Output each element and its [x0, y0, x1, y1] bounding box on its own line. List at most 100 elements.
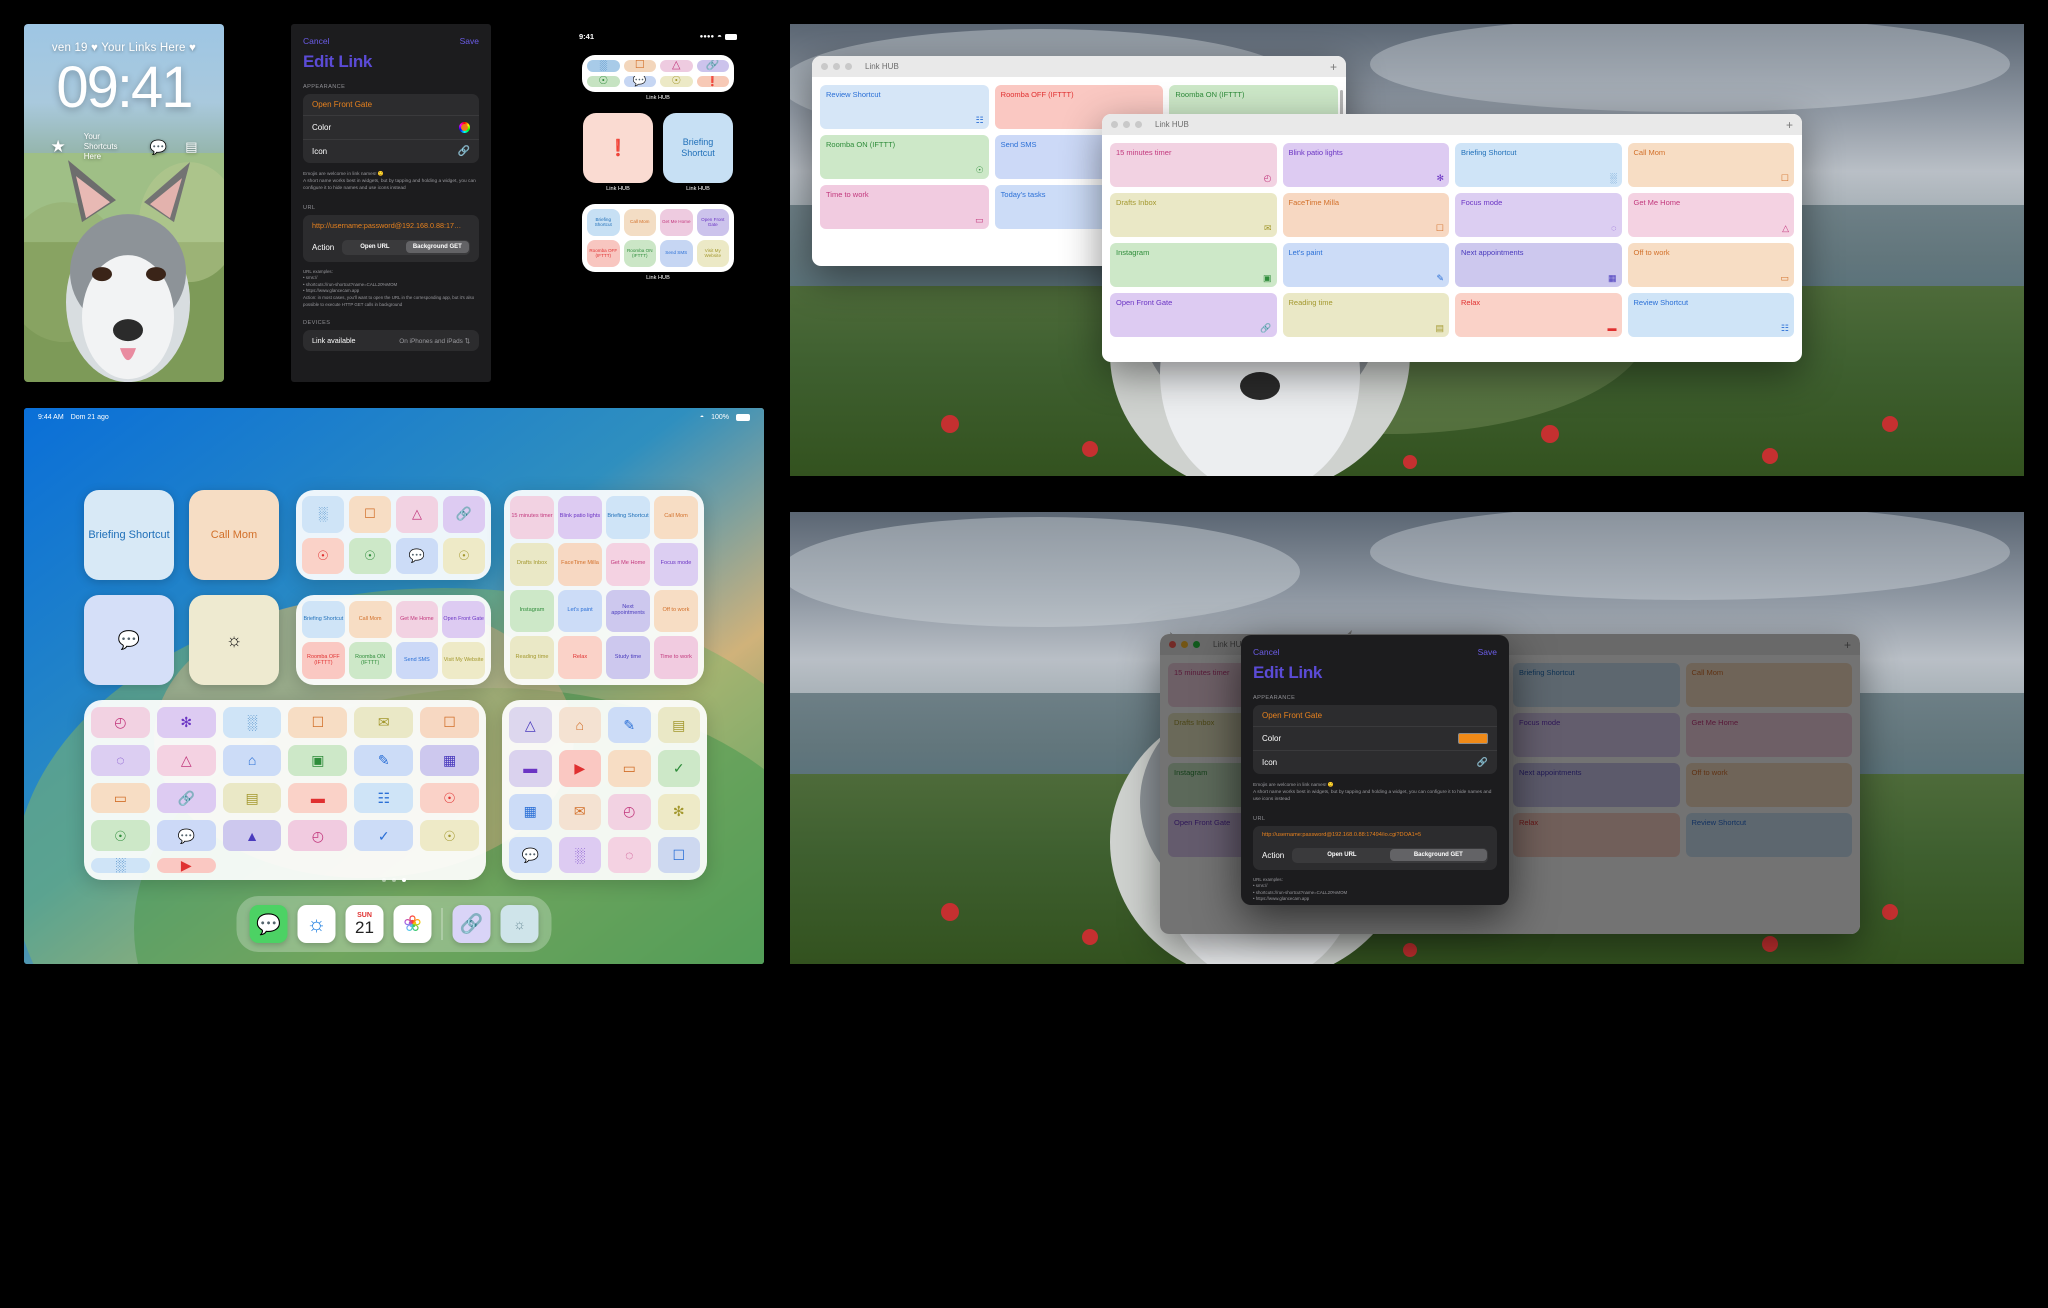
action-open-url-option[interactable]: Open URL	[1294, 849, 1390, 861]
message-icon[interactable]: 💬	[509, 836, 552, 873]
link-tile[interactable]: Next appointments ▦	[1455, 243, 1622, 287]
link-tile[interactable]: Roomba ON (IFTTT) ☉	[820, 135, 989, 179]
tile-label[interactable]: Call Mom	[623, 209, 656, 237]
compass-icon[interactable]: ☉	[91, 820, 150, 852]
tile-label[interactable]: Visit My Website	[696, 240, 729, 268]
tile-label[interactable]: Roomba ON (IFTTT)	[623, 240, 656, 268]
briefcase-icon[interactable]: ▭	[608, 750, 651, 787]
iphone-text-widget[interactable]: Briefing Shortcut Call Mom Get Me Home Open…	[582, 204, 734, 273]
color-row[interactable]: Color	[1253, 727, 1497, 751]
close-button[interactable]	[1111, 121, 1118, 128]
book-icon[interactable]: ▤	[222, 782, 282, 814]
ipad-icon-grid-widget[interactable]: ░ ☐ △ 🔗 ☉ ☉ 💬 ☉	[296, 490, 491, 580]
page-dot[interactable]	[382, 878, 386, 882]
ipad-widget-call-mom[interactable]: Call Mom	[189, 490, 279, 580]
tile-label[interactable]: Drafts Inbox	[510, 542, 554, 586]
link-tile[interactable]: Off to work ▭	[1627, 243, 1794, 287]
tile-label[interactable]: Roomba ON (IFTTT)	[348, 642, 392, 679]
timer-icon[interactable]: ◴	[608, 793, 651, 830]
timer-icon[interactable]: ◴	[91, 707, 150, 738]
compass-icon[interactable]: ☉	[443, 537, 485, 574]
tile-label[interactable]: FaceTime Milla	[558, 542, 602, 586]
maximize-button[interactable]	[845, 63, 852, 70]
add-link-button[interactable]: +	[1330, 61, 1337, 73]
inbox-icon[interactable]: ✉	[354, 707, 414, 738]
map-icon[interactable]: △	[509, 707, 552, 744]
timer-icon[interactable]: ◴	[288, 820, 348, 852]
icon-row[interactable]: Icon 🔗	[1253, 751, 1497, 774]
link-tile[interactable]: 15 minutes timer ◴	[1110, 143, 1277, 187]
link-tile[interactable]: Get Me Home △	[1627, 193, 1794, 237]
video-icon[interactable]: ☐	[657, 836, 700, 873]
sparkle-icon[interactable]: ✻	[156, 707, 216, 738]
tile-label[interactable]: Briefing Shortcut	[606, 496, 650, 539]
link-tile[interactable]: Reading time ▤	[1282, 293, 1449, 337]
page-dot-active[interactable]	[402, 878, 406, 882]
url-field[interactable]: http://username:password@192.168.0.88:17…	[1253, 826, 1497, 844]
small-widget-2[interactable]: Briefing Shortcut Link HUB	[663, 113, 733, 192]
brain-icon[interactable]: ◌	[608, 836, 651, 873]
ipad-big-icon-widget-right[interactable]: △ ⌂ ✎ ▤ ▬ ▶ ▭ ✓ ▦ ✉ ◴ ✻ 💬 ░ ◌ ☐	[502, 700, 707, 880]
compass-icon[interactable]: ☉	[660, 75, 693, 88]
window-titlebar[interactable]: Link HUB +	[1102, 114, 1802, 135]
color-swatch[interactable]	[1458, 733, 1488, 744]
tile-label[interactable]: Visit My Website	[442, 642, 485, 679]
message-icon[interactable]: 💬	[623, 75, 656, 88]
tile-label[interactable]: Next appointments	[606, 589, 650, 633]
window-titlebar[interactable]: Link HUB +	[812, 56, 1346, 77]
link-name-field[interactable]: Open Front Gate	[303, 94, 479, 116]
home-icon[interactable]: ⌂	[222, 744, 282, 776]
calendar-icon[interactable]: ▦	[509, 793, 552, 830]
link-icon[interactable]: 🔗	[443, 496, 485, 533]
link-hub-window-2[interactable]: Link HUB + 15 minutes timer ◴ Blink patio …	[1102, 114, 1802, 362]
link-icon[interactable]: 🔗	[458, 146, 470, 157]
compass-icon[interactable]: ☉	[587, 75, 620, 88]
home-icon[interactable]: ⌂	[558, 707, 601, 744]
tile-label[interactable]: Relax	[558, 636, 602, 679]
link-available-value[interactable]: On iPhones and iPads ⇅	[399, 337, 470, 345]
message-icon[interactable]: 💬	[150, 139, 167, 156]
tile-label[interactable]: Open Front Gate	[696, 209, 729, 237]
link-tile[interactable]: Blink patio lights ✻	[1282, 143, 1449, 187]
iphone-icon-widget[interactable]: ░ ☐ △ 🔗 ☉ 💬 ☉ ❗	[582, 55, 734, 93]
brush-icon[interactable]: ✎	[354, 744, 414, 776]
check-icon[interactable]: ✓	[354, 820, 414, 852]
tile-label[interactable]: Study time	[606, 636, 650, 679]
briefcase-icon[interactable]: ▭	[91, 782, 150, 814]
grid-icon[interactable]: ░	[302, 496, 344, 533]
minimize-button[interactable]	[1123, 121, 1130, 128]
url-field[interactable]: http://username:password@192.168.0.88:17…	[303, 215, 479, 236]
link-available-row[interactable]: Link available On iPhones and iPads ⇅	[303, 330, 479, 352]
tile-label[interactable]: Open Front Gate	[442, 601, 485, 638]
tile-label[interactable]: 15 minutes timer	[510, 496, 554, 539]
compass-icon[interactable]: ☉	[420, 820, 479, 852]
save-button[interactable]: Save	[1478, 647, 1497, 657]
safari-icon[interactable]: ☼	[297, 905, 336, 943]
link-tile[interactable]: Focus mode ◌	[1455, 193, 1622, 237]
compass-icon[interactable]: ☉	[349, 537, 391, 574]
tile-label[interactable]: Call Mom	[654, 496, 698, 539]
tile-label[interactable]: Call Mom	[348, 601, 392, 638]
book-icon[interactable]: ▤	[657, 707, 700, 744]
small-widget-icon-tile[interactable]: ❗	[583, 113, 653, 184]
sparkle-icon[interactable]: ✻	[657, 793, 700, 830]
icon-row[interactable]: Icon 🔗	[303, 140, 479, 163]
tile-label[interactable]: Off to work	[654, 589, 698, 633]
tile-label[interactable]: Roomba OFF (IFTTT)	[302, 642, 345, 679]
video-icon[interactable]: ☐	[420, 707, 479, 738]
link-tile[interactable]: FaceTime Milla ☐	[1282, 193, 1449, 237]
link-tile[interactable]: Review Shortcut ☷	[1627, 293, 1794, 337]
ipad-big-icon-widget-left[interactable]: ◴ ✻ ░ ☐ ✉ ☐ ◌ △ ⌂ ▣ ✎ ▦ ▭ 🔗 ▤ ▬ ☷ ☉ ☉ 💬 ▲ ◴ ✓ ☉ ░ ▶	[84, 700, 486, 880]
youtube-icon[interactable]: ▶	[558, 750, 601, 787]
ipad-big-text-widget[interactable]: 15 minutes timer Blink patio lights Briefi…	[504, 490, 704, 685]
small-widget-text-tile[interactable]: Briefing Shortcut	[663, 113, 733, 184]
action-segmented-control[interactable]: Open URL Background GET	[342, 239, 470, 255]
link-tile[interactable]: Briefing Shortcut ░	[1455, 143, 1622, 187]
photos-icon[interactable]: ❀	[393, 905, 432, 943]
action-segmented-control[interactable]: Open URL Background GET	[1292, 847, 1488, 863]
star-icon[interactable]: ★	[51, 137, 66, 157]
lockscreen-widget-text[interactable]: Your Shortcuts Here	[84, 132, 132, 162]
cancel-button[interactable]: Cancel	[1253, 647, 1279, 657]
tile-label[interactable]: Send SMS	[660, 240, 693, 268]
small-widget-1[interactable]: ❗ Link HUB	[583, 113, 653, 192]
